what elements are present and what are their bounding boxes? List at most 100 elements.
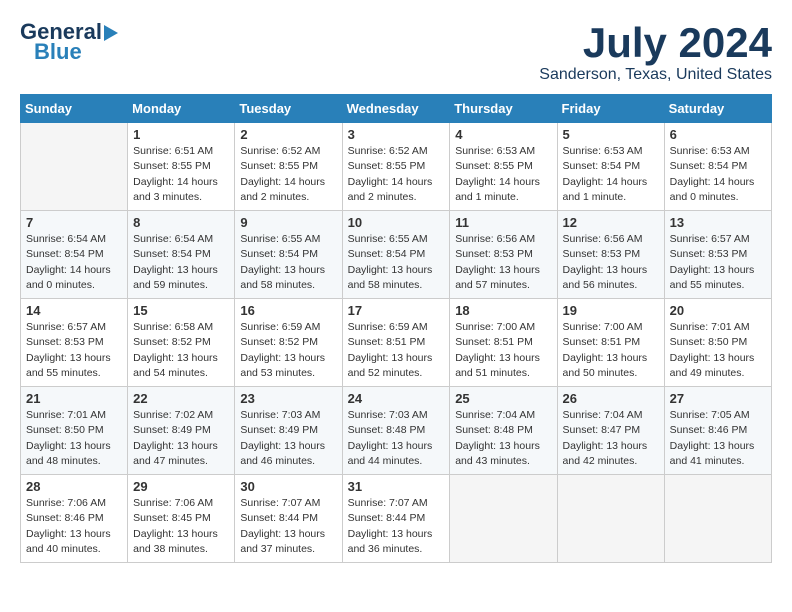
calendar-cell: 28Sunrise: 7:06 AM Sunset: 8:46 PM Dayli… <box>21 475 128 563</box>
calendar-cell: 15 Sunrise: 6:58 AM Sunset: 8:52 PM Dayli… <box>128 299 235 387</box>
day-number: 17 <box>348 303 445 318</box>
week-row-4: 21 Sunrise: 7:01 AM Sunset: 8:50 PM Dayli… <box>21 387 772 475</box>
day-info: Sunrise: 7:06 AM Sunset: 8:45 PM Dayligh… <box>133 496 229 557</box>
calendar-cell: 13 Sunrise: 6:57 AM Sunset: 8:53 PM Dayli… <box>664 211 771 299</box>
calendar-cell: 23 Sunrise: 7:03 AM Sunset: 8:49 PM Dayli… <box>235 387 342 475</box>
day-info: Sunrise: 7:02 AM Sunset: 8:49 PM Dayligh… <box>133 408 229 469</box>
calendar-cell: 21 Sunrise: 7:01 AM Sunset: 8:50 PM Dayli… <box>21 387 128 475</box>
calendar-cell: 25Sunrise: 7:04 AM Sunset: 8:48 PM Dayli… <box>450 387 557 475</box>
location: Sanderson, Texas, United States <box>539 66 772 84</box>
week-row-5: 28Sunrise: 7:06 AM Sunset: 8:46 PM Dayli… <box>21 475 772 563</box>
weekday-header-wednesday: Wednesday <box>342 95 450 123</box>
day-info: Sunrise: 6:53 AM Sunset: 8:54 PM Dayligh… <box>670 144 766 205</box>
calendar-table: SundayMondayTuesdayWednesdayThursdayFrid… <box>20 94 772 563</box>
day-number: 16 <box>240 303 336 318</box>
calendar-cell: 11 Sunrise: 6:56 AM Sunset: 8:53 PM Dayli… <box>450 211 557 299</box>
day-info: Sunrise: 7:05 AM Sunset: 8:46 PM Dayligh… <box>670 408 766 469</box>
day-number: 7 <box>26 215 122 230</box>
page-header: General Blue July 2024 Sanderson, Texas,… <box>20 20 772 84</box>
calendar-cell: 29 Sunrise: 7:06 AM Sunset: 8:45 PM Dayli… <box>128 475 235 563</box>
day-number: 14 <box>26 303 122 318</box>
week-row-1: 1Sunrise: 6:51 AM Sunset: 8:55 PM Daylig… <box>21 123 772 211</box>
weekday-header-saturday: Saturday <box>664 95 771 123</box>
day-info: Sunrise: 7:07 AM Sunset: 8:44 PM Dayligh… <box>240 496 336 557</box>
calendar-cell: 17Sunrise: 6:59 AM Sunset: 8:51 PM Dayli… <box>342 299 450 387</box>
logo-blue: Blue <box>34 40 82 64</box>
calendar-cell: 18 Sunrise: 7:00 AM Sunset: 8:51 PM Dayli… <box>450 299 557 387</box>
day-info: Sunrise: 7:03 AM Sunset: 8:48 PM Dayligh… <box>348 408 445 469</box>
calendar-cell: 8 Sunrise: 6:54 AM Sunset: 8:54 PM Daylig… <box>128 211 235 299</box>
day-number: 19 <box>563 303 659 318</box>
weekday-header-monday: Monday <box>128 95 235 123</box>
day-number: 10 <box>348 215 445 230</box>
day-number: 20 <box>670 303 766 318</box>
calendar-header: SundayMondayTuesdayWednesdayThursdayFrid… <box>21 95 772 123</box>
day-number: 26 <box>563 391 659 406</box>
week-row-3: 14 Sunrise: 6:57 AM Sunset: 8:53 PM Dayli… <box>21 299 772 387</box>
day-info: Sunrise: 6:51 AM Sunset: 8:55 PM Dayligh… <box>133 144 229 205</box>
weekday-header-tuesday: Tuesday <box>235 95 342 123</box>
calendar-cell: 7 Sunrise: 6:54 AM Sunset: 8:54 PM Daylig… <box>21 211 128 299</box>
day-info: Sunrise: 7:00 AM Sunset: 8:51 PM Dayligh… <box>563 320 659 381</box>
day-info: Sunrise: 6:56 AM Sunset: 8:53 PM Dayligh… <box>563 232 659 293</box>
day-number: 18 <box>455 303 551 318</box>
calendar-body: 1Sunrise: 6:51 AM Sunset: 8:55 PM Daylig… <box>21 123 772 563</box>
day-number: 25 <box>455 391 551 406</box>
day-info: Sunrise: 7:01 AM Sunset: 8:50 PM Dayligh… <box>670 320 766 381</box>
day-number: 4 <box>455 127 551 142</box>
day-info: Sunrise: 6:57 AM Sunset: 8:53 PM Dayligh… <box>670 232 766 293</box>
day-info: Sunrise: 6:54 AM Sunset: 8:54 PM Dayligh… <box>26 232 122 293</box>
day-number: 13 <box>670 215 766 230</box>
calendar-cell: 26 Sunrise: 7:04 AM Sunset: 8:47 PM Dayli… <box>557 387 664 475</box>
title-area: July 2024 Sanderson, Texas, United State… <box>539 20 772 84</box>
day-info: Sunrise: 6:52 AM Sunset: 8:55 PM Dayligh… <box>240 144 336 205</box>
day-info: Sunrise: 6:58 AM Sunset: 8:52 PM Dayligh… <box>133 320 229 381</box>
calendar-cell: 24 Sunrise: 7:03 AM Sunset: 8:48 PM Dayli… <box>342 387 450 475</box>
calendar-cell: 22 Sunrise: 7:02 AM Sunset: 8:49 PM Dayli… <box>128 387 235 475</box>
day-number: 30 <box>240 479 336 494</box>
weekday-header-friday: Friday <box>557 95 664 123</box>
day-number: 22 <box>133 391 229 406</box>
calendar-cell: 4 Sunrise: 6:53 AM Sunset: 8:55 PM Daylig… <box>450 123 557 211</box>
day-info: Sunrise: 7:01 AM Sunset: 8:50 PM Dayligh… <box>26 408 122 469</box>
day-number: 15 <box>133 303 229 318</box>
day-info: Sunrise: 7:03 AM Sunset: 8:49 PM Dayligh… <box>240 408 336 469</box>
calendar-cell: 14 Sunrise: 6:57 AM Sunset: 8:53 PM Dayli… <box>21 299 128 387</box>
day-info: Sunrise: 6:54 AM Sunset: 8:54 PM Dayligh… <box>133 232 229 293</box>
day-number: 23 <box>240 391 336 406</box>
logo: General Blue <box>20 20 118 64</box>
calendar-cell: 12 Sunrise: 6:56 AM Sunset: 8:53 PM Dayli… <box>557 211 664 299</box>
calendar-cell <box>664 475 771 563</box>
day-number: 12 <box>563 215 659 230</box>
day-info: Sunrise: 6:55 AM Sunset: 8:54 PM Dayligh… <box>240 232 336 293</box>
day-number: 29 <box>133 479 229 494</box>
day-number: 2 <box>240 127 336 142</box>
day-info: Sunrise: 6:59 AM Sunset: 8:52 PM Dayligh… <box>240 320 336 381</box>
week-row-2: 7 Sunrise: 6:54 AM Sunset: 8:54 PM Daylig… <box>21 211 772 299</box>
calendar-cell: 5Sunrise: 6:53 AM Sunset: 8:54 PM Daylig… <box>557 123 664 211</box>
calendar-cell: 20 Sunrise: 7:01 AM Sunset: 8:50 PM Dayli… <box>664 299 771 387</box>
calendar-cell: 19 Sunrise: 7:00 AM Sunset: 8:51 PM Dayli… <box>557 299 664 387</box>
day-number: 27 <box>670 391 766 406</box>
day-info: Sunrise: 6:52 AM Sunset: 8:55 PM Dayligh… <box>348 144 445 205</box>
calendar-cell <box>21 123 128 211</box>
day-info: Sunrise: 6:56 AM Sunset: 8:53 PM Dayligh… <box>455 232 551 293</box>
weekday-header-row: SundayMondayTuesdayWednesdayThursdayFrid… <box>21 95 772 123</box>
day-info: Sunrise: 6:55 AM Sunset: 8:54 PM Dayligh… <box>348 232 445 293</box>
day-info: Sunrise: 6:57 AM Sunset: 8:53 PM Dayligh… <box>26 320 122 381</box>
calendar-cell <box>450 475 557 563</box>
logo-arrow-icon <box>104 25 118 41</box>
day-info: Sunrise: 7:04 AM Sunset: 8:47 PM Dayligh… <box>563 408 659 469</box>
calendar-cell <box>557 475 664 563</box>
day-info: Sunrise: 6:53 AM Sunset: 8:55 PM Dayligh… <box>455 144 551 205</box>
day-number: 8 <box>133 215 229 230</box>
calendar-cell: 27 Sunrise: 7:05 AM Sunset: 8:46 PM Dayli… <box>664 387 771 475</box>
day-number: 24 <box>348 391 445 406</box>
day-number: 21 <box>26 391 122 406</box>
day-info: Sunrise: 7:00 AM Sunset: 8:51 PM Dayligh… <box>455 320 551 381</box>
calendar-cell: 1Sunrise: 6:51 AM Sunset: 8:55 PM Daylig… <box>128 123 235 211</box>
day-number: 11 <box>455 215 551 230</box>
day-number: 5 <box>563 127 659 142</box>
calendar-cell: 10 Sunrise: 6:55 AM Sunset: 8:54 PM Dayli… <box>342 211 450 299</box>
month-title: July 2024 <box>539 20 772 66</box>
